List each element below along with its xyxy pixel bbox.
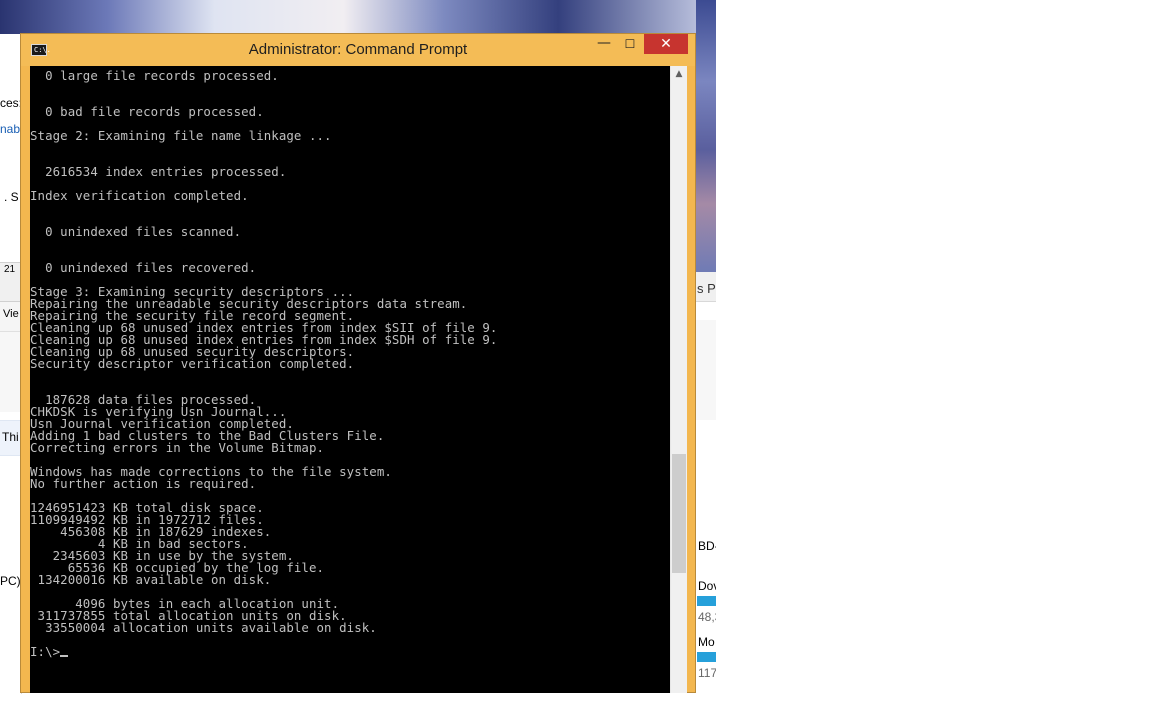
background-text-fragment: Thi [2, 430, 19, 444]
background-text-fragment: 48,3 [698, 610, 716, 624]
console-line: Security descriptor verification complet… [30, 356, 355, 371]
console-line: 33550004 allocation units available on d… [30, 620, 377, 635]
background-text-fragment: Dov [698, 579, 716, 593]
background-text-fragment: . S [4, 190, 19, 204]
close-button[interactable]: ✕ [644, 34, 688, 54]
scrollbar-thumb[interactable] [672, 454, 686, 573]
console-line: 0 large file records processed. [30, 68, 279, 83]
drive-usage-bar [697, 652, 716, 662]
drive-usage-bar [697, 596, 716, 606]
console-cursor [60, 655, 69, 657]
console-line: 134200016 KB available on disk. [30, 572, 272, 587]
maximize-button[interactable]: ☐ [618, 34, 642, 55]
console-line: Index verification completed. [30, 188, 249, 203]
background-text-fragment: 21 [4, 264, 16, 275]
background-link-fragment[interactable]: nab [0, 122, 20, 136]
command-prompt-window[interactable]: C:\. Administrator: Command Prompt — ☐ ✕… [20, 33, 696, 693]
console-line: 2616534 index entries processed. [30, 164, 287, 179]
console-text: 0 large file records processed. 0 bad fi… [30, 68, 670, 658]
console-line: 0 unindexed files recovered. [30, 260, 257, 275]
console-line: No further action is required. [30, 476, 257, 491]
wallpaper-right [696, 0, 716, 272]
background-text-fragment: PC) [0, 574, 21, 588]
wallpaper-top [0, 0, 716, 34]
minimize-button[interactable]: — [592, 34, 616, 55]
console-output[interactable]: 0 large file records processed. 0 bad fi… [30, 66, 670, 693]
background-text-fragment: BD- [698, 539, 716, 553]
background-text-fragment: ces: [0, 96, 23, 110]
vertical-scrollbar[interactable]: ▲ [670, 66, 687, 693]
background-menu-fragment[interactable]: Vie [3, 308, 19, 320]
scroll-up-arrow-icon[interactable]: ▲ [671, 66, 687, 83]
title-bar[interactable]: C:\. Administrator: Command Prompt — ☐ ✕ [21, 34, 695, 66]
background-window-band [0, 332, 22, 412]
console-line: 0 unindexed files scanned. [30, 224, 242, 239]
console-line: 0 bad file records processed. [30, 104, 264, 119]
background-text-fragment: 117 [698, 666, 716, 680]
console-line: I:\> [30, 645, 670, 658]
console-line: Stage 2: Examining file name linkage ... [30, 128, 332, 143]
background-window-band [696, 320, 716, 420]
console-line: Correcting errors in the Volume Bitmap. [30, 440, 325, 455]
background-text-fragment: s PC [697, 281, 716, 296]
background-text-fragment: Mo [698, 635, 715, 649]
